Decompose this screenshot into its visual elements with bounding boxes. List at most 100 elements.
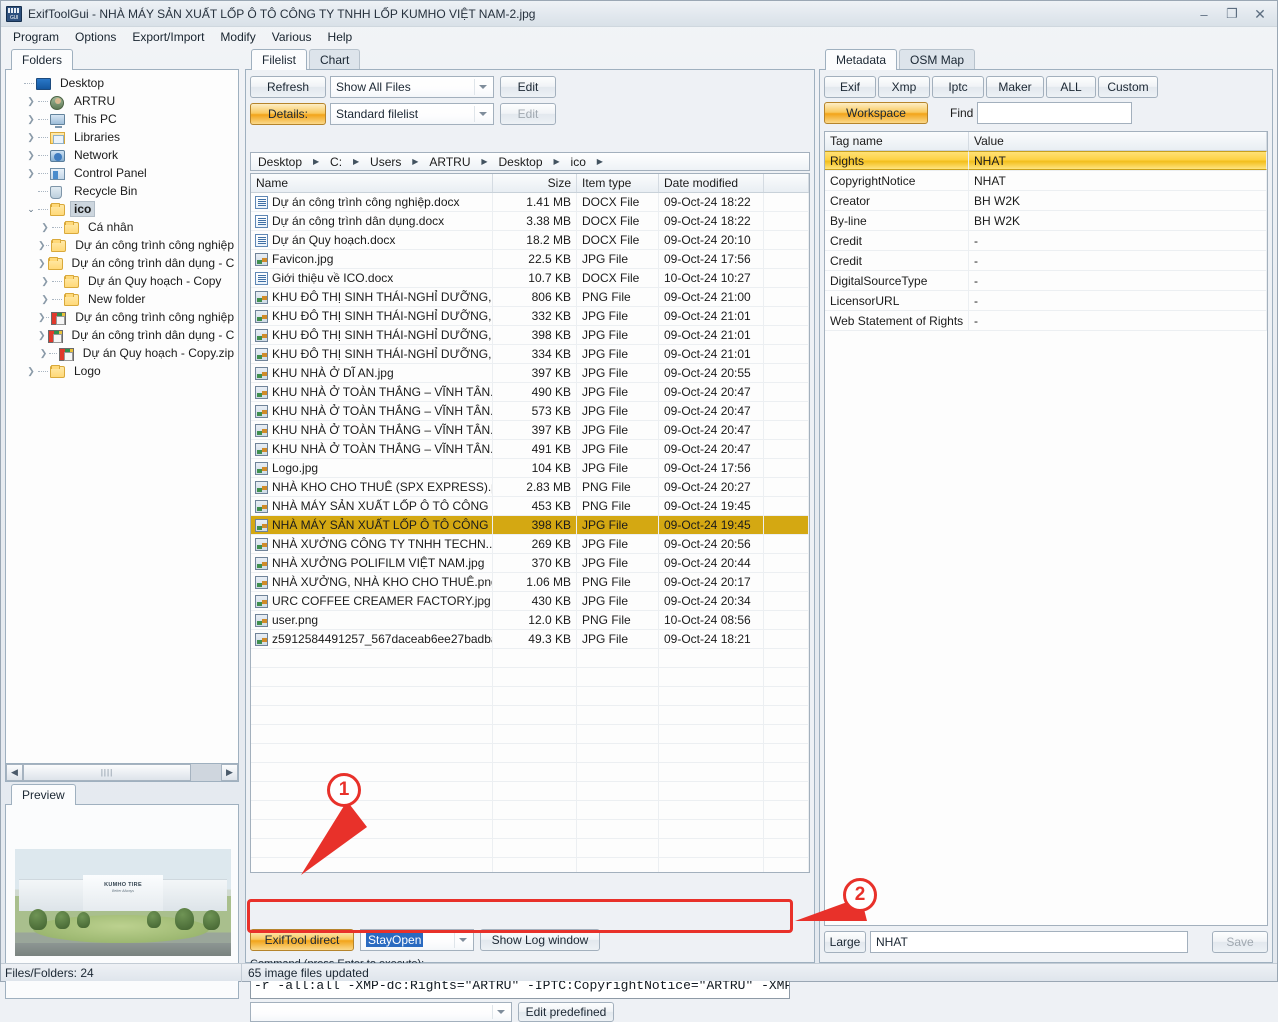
tree-item-d-n-c-ng-tr-nh-c-ng-nghi-p[interactable]: ❯ Dự án công trình công nghiệp: [10, 236, 238, 254]
menu-help[interactable]: Help: [320, 28, 361, 46]
tab-osm-map[interactable]: OSM Map: [899, 49, 976, 70]
tree-item-libraries[interactable]: ❯ Libraries: [10, 128, 238, 146]
tree-item-d-n-quy-ho-ch-copy[interactable]: ❯ Dự án Quy hoạch - Copy: [10, 272, 238, 290]
scroll-thumb[interactable]: ||||: [23, 764, 191, 781]
chevron-right-icon[interactable]: ❯: [38, 326, 46, 344]
file-row[interactable]: KHU NHÀ Ở TOÀN THẮNG – VĨNH TÂN... 491 KB…: [251, 440, 809, 459]
tree-item-d-n-c-ng-tr-nh-d-n-d-ng-c[interactable]: ❯ Dự án công trình dân dụng - C: [10, 254, 238, 272]
chevron-right-icon[interactable]: ❯: [38, 308, 46, 326]
details-preset-combo[interactable]: Standard filelist: [330, 103, 494, 125]
chevron-right-icon[interactable]: ❯: [24, 146, 38, 164]
file-row[interactable]: KHU ĐÔ THỊ SINH THÁI-NGHỈ DƯỠNG,... 398 K…: [251, 326, 809, 345]
find-input[interactable]: [977, 102, 1132, 124]
folder-tree-hscrollbar[interactable]: ◀ |||| ▶: [5, 763, 239, 782]
column-header-tag-name[interactable]: Tag name: [825, 132, 969, 150]
group-button-all[interactable]: ALL: [1046, 76, 1096, 98]
file-filter-combo[interactable]: Show All Files: [330, 76, 494, 98]
tree-item-network[interactable]: ❯ Network: [10, 146, 238, 164]
metadata-row[interactable]: Rights NHAT: [825, 151, 1267, 171]
file-row[interactable]: NHÀ KHO CHO THUÊ (SPX EXPRESS).png 2.83 M…: [251, 478, 809, 497]
chevron-right-icon[interactable]: ❯: [24, 110, 38, 128]
breadcrumb-item[interactable]: Desktop: [492, 153, 550, 170]
tab-filelist[interactable]: Filelist: [251, 49, 308, 70]
file-list[interactable]: Name Size Item type Date modified Dự án …: [250, 173, 810, 873]
chevron-right-icon[interactable]: ❯: [24, 164, 38, 182]
minimize-button[interactable]: –: [1191, 4, 1217, 24]
file-row[interactable]: KHU ĐÔ THỊ SINH THÁI-NGHỈ DƯỠNG,... 806 K…: [251, 288, 809, 307]
metadata-row[interactable]: By-line BH W2K: [825, 211, 1267, 231]
chevron-right-icon[interactable]: ❯: [38, 344, 49, 362]
file-row[interactable]: URC COFFEE CREAMER FACTORY.jpg 430 KB JPG …: [251, 592, 809, 611]
tree-item-ico[interactable]: ⌄ ico: [10, 200, 238, 218]
column-header-type[interactable]: Item type: [577, 174, 659, 192]
metadata-table[interactable]: Tag name Value Rights NHAT CopyrightNotice…: [824, 131, 1268, 926]
file-row[interactable]: NHÀ MÁY SẢN XUẤT LỐP Ô TÔ CÔNG ... 453 KB…: [251, 497, 809, 516]
chevron-down-icon[interactable]: ⌄: [24, 200, 38, 218]
column-header-extra[interactable]: [764, 174, 809, 192]
breadcrumb-chevron-icon[interactable]: ▶: [593, 157, 607, 166]
stayopen-combo[interactable]: StayOpen: [360, 929, 474, 951]
chevron-right-icon[interactable]: ❯: [24, 362, 38, 380]
scroll-left-button[interactable]: ◀: [6, 764, 23, 781]
file-row[interactable]: KHU NHÀ Ở TOÀN THẮNG – VĨNH TÂN... 490 KB…: [251, 383, 809, 402]
file-row[interactable]: NHÀ XƯỞNG POLIFILM VIỆT NAM.jpg 370 KB JPG…: [251, 554, 809, 573]
metadata-row[interactable]: Credit -: [825, 251, 1267, 271]
close-button[interactable]: ✕: [1247, 4, 1273, 24]
folder-tree[interactable]: Desktop ❯ ARTRU ❯ This PC ❯ Libraries ❯ Network ❯…: [5, 69, 239, 768]
group-button-iptc[interactable]: Iptc: [932, 76, 984, 98]
tree-item-logo[interactable]: ❯ Logo: [10, 362, 238, 380]
menu-options[interactable]: Options: [67, 28, 124, 46]
tree-item-control-panel[interactable]: ❯ Control Panel: [10, 164, 238, 182]
file-row[interactable]: NHÀ XƯỞNG, NHÀ KHO CHO THUÊ.png 1.06 MB PN…: [251, 573, 809, 592]
metadata-row[interactable]: Creator BH W2K: [825, 191, 1267, 211]
group-button-custom[interactable]: Custom: [1098, 76, 1158, 98]
file-row[interactable]: user.png 12.0 KB PNG File 10-Oct-24 08:56: [251, 611, 809, 630]
tree-item-d-n-c-ng-tr-nh-d-n-d-ng-c[interactable]: ❯ Dự án công trình dân dụng - C: [10, 326, 238, 344]
chevron-right-icon[interactable]: ❯: [38, 272, 52, 290]
breadcrumb-item[interactable]: Desktop: [251, 153, 309, 170]
file-row[interactable]: KHU ĐÔ THỊ SINH THÁI-NGHỈ DƯỠNG,... 332 K…: [251, 307, 809, 326]
breadcrumb-chevron-icon[interactable]: ▶: [408, 157, 422, 166]
file-row[interactable]: KHU NHÀ Ở TOÀN THẮNG – VĨNH TÂN... 397 KB…: [251, 421, 809, 440]
large-button[interactable]: Large: [824, 931, 866, 953]
breadcrumb-item[interactable]: ARTRU: [422, 153, 477, 170]
tree-item-artru[interactable]: ❯ ARTRU: [10, 92, 238, 110]
edit-filter-button[interactable]: Edit: [500, 76, 556, 98]
column-header-value[interactable]: Value: [969, 132, 1267, 150]
menu-export-import[interactable]: Export/Import: [124, 28, 212, 46]
column-header-date[interactable]: Date modified: [659, 174, 764, 192]
details-button[interactable]: Details:: [250, 103, 326, 125]
workspace-button[interactable]: Workspace: [824, 102, 928, 124]
chevron-right-icon[interactable]: ❯: [38, 218, 52, 236]
group-button-exif[interactable]: Exif: [824, 76, 876, 98]
file-row[interactable]: KHU NHÀ Ở DĨ AN.jpg 397 KB JPG File 09-Oct-…: [251, 364, 809, 383]
breadcrumb-chevron-icon[interactable]: ▶: [478, 157, 492, 166]
breadcrumb[interactable]: Desktop ▶ C: ▶ Users ▶ ARTRU ▶ Desktop ▶ ico ▶: [250, 152, 810, 171]
chevron-right-icon[interactable]: ❯: [38, 236, 46, 254]
menu-program[interactable]: Program: [5, 28, 67, 46]
tree-item-d-n-quy-ho-ch-copy-zip[interactable]: ❯ Dự án Quy hoạch - Copy.zip: [10, 344, 238, 362]
metadata-row[interactable]: DigitalSourceType -: [825, 271, 1267, 291]
file-row[interactable]: NHÀ XƯỞNG CÔNG TY TNHH TECHN... 269 KB JPG…: [251, 535, 809, 554]
file-row[interactable]: Giới thiệu về ICO.docx 10.7 KB DOCX File 10…: [251, 269, 809, 288]
metadata-row[interactable]: Credit -: [825, 231, 1267, 251]
tab-chart[interactable]: Chart: [309, 49, 361, 70]
maximize-button[interactable]: ❐: [1219, 4, 1245, 24]
metadata-value-input[interactable]: NHAT: [870, 931, 1188, 953]
metadata-row[interactable]: CopyrightNotice NHAT: [825, 171, 1267, 191]
menu-various[interactable]: Various: [264, 28, 320, 46]
tab-folders[interactable]: Folders: [11, 49, 74, 70]
scroll-track[interactable]: ||||: [23, 764, 221, 781]
tab-preview[interactable]: Preview: [11, 784, 76, 805]
tree-item-c-nh-n[interactable]: ❯ Cá nhân: [10, 218, 238, 236]
file-row[interactable]: NHÀ MÁY SẢN XUẤT LỐP Ô TÔ CÔNG ... 398 KB…: [251, 516, 809, 535]
file-row[interactable]: Logo.jpg 104 KB JPG File 09-Oct-24 17:56: [251, 459, 809, 478]
column-header-name[interactable]: Name: [251, 174, 493, 192]
predefined-command-combo[interactable]: [250, 1002, 512, 1022]
file-row[interactable]: z5912584491257_567daceab6ee27badba... 49.…: [251, 630, 809, 649]
file-row[interactable]: Dự án Quy hoạch.docx 18.2 MB DOCX File 09-O…: [251, 231, 809, 250]
column-header-size[interactable]: Size: [493, 174, 577, 192]
file-row[interactable]: Dự án công trình dân dụng.docx 3.38 MB DOC…: [251, 212, 809, 231]
chevron-right-icon[interactable]: ❯: [24, 92, 38, 110]
breadcrumb-chevron-icon[interactable]: ▶: [550, 157, 564, 166]
